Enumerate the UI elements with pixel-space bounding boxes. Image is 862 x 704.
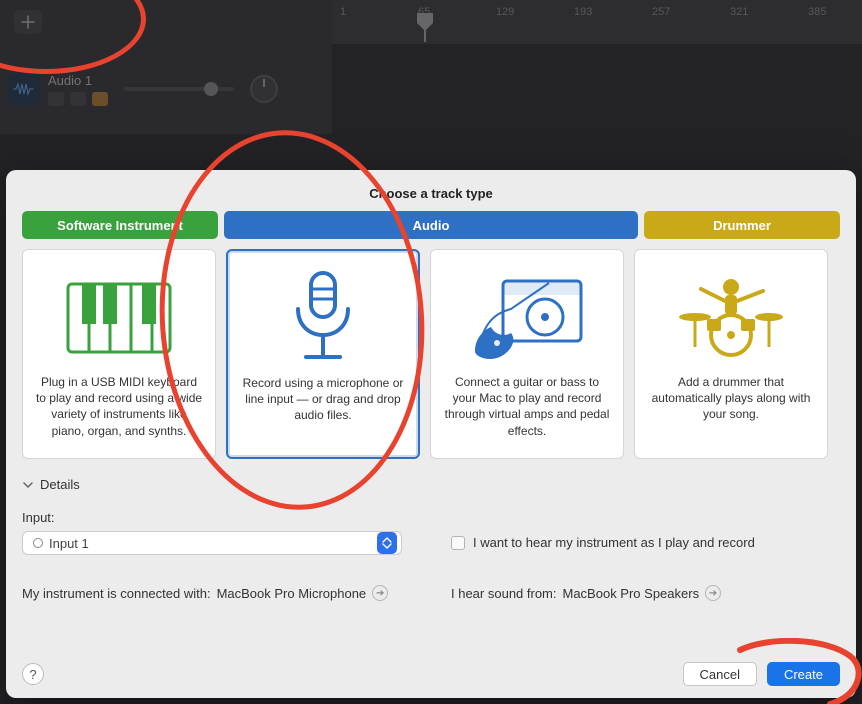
microphone-icon (278, 269, 368, 369)
input-select[interactable]: Input 1 (22, 531, 402, 555)
card-description: Add a drummer that automatically plays a… (647, 374, 815, 423)
monitor-checkbox-label: I want to hear my instrument as I play a… (473, 535, 755, 550)
select-stepper[interactable] (377, 532, 397, 554)
keyboard-icon (64, 268, 174, 368)
track-type-cards: Plug in a USB MIDI keyboard to play and … (22, 249, 840, 459)
card-description: Plug in a USB MIDI keyboard to play and … (35, 374, 203, 439)
output-device-link[interactable]: I hear sound from: MacBook Pro Speakers … (451, 585, 840, 601)
sheet-title: Choose a track type (22, 186, 840, 201)
card-audio-mic[interactable]: Record using a microphone or line input … (226, 249, 420, 459)
card-drummer[interactable]: Add a drummer that automatically plays a… (634, 249, 828, 459)
output-device-name: MacBook Pro Speakers (563, 586, 700, 601)
create-button[interactable]: Create (767, 662, 840, 686)
input-device-link[interactable]: My instrument is connected with: MacBook… (22, 585, 411, 601)
input-label: Input: (22, 510, 411, 525)
input-select-value: Input 1 (49, 536, 371, 551)
chevron-down-icon (22, 479, 34, 491)
help-button[interactable]: ? (22, 663, 44, 685)
monitor-checkbox[interactable] (451, 536, 465, 550)
arrow-right-icon: ➔ (372, 585, 388, 601)
details-disclosure[interactable]: Details (22, 477, 80, 492)
card-software-instrument[interactable]: Plug in a USB MIDI keyboard to play and … (22, 249, 216, 459)
input-device-name: MacBook Pro Microphone (217, 586, 367, 601)
new-track-sheet: Choose a track type Software Instrument … (6, 170, 856, 698)
guitar-amp-icon (467, 268, 587, 368)
cancel-button[interactable]: Cancel (683, 662, 757, 686)
card-audio-guitar[interactable]: Connect a guitar or bass to your Mac to … (430, 249, 624, 459)
monitor-checkbox-row[interactable]: I want to hear my instrument as I play a… (451, 535, 840, 550)
tab-software-instrument[interactable]: Software Instrument (22, 211, 218, 239)
channel-mono-icon (33, 538, 43, 548)
tab-drummer[interactable]: Drummer (644, 211, 840, 239)
input-device-prefix: My instrument is connected with: (22, 586, 211, 601)
output-device-prefix: I hear sound from: (451, 586, 557, 601)
track-type-tabs: Software Instrument Audio Drummer (22, 211, 840, 239)
drummer-icon (671, 268, 791, 368)
tab-audio[interactable]: Audio (224, 211, 638, 239)
card-description: Record using a microphone or line input … (240, 375, 406, 424)
arrow-right-icon: ➔ (705, 585, 721, 601)
sheet-footer: ? Cancel Create (22, 650, 840, 686)
card-description: Connect a guitar or bass to your Mac to … (443, 374, 611, 439)
details-label: Details (40, 477, 80, 492)
